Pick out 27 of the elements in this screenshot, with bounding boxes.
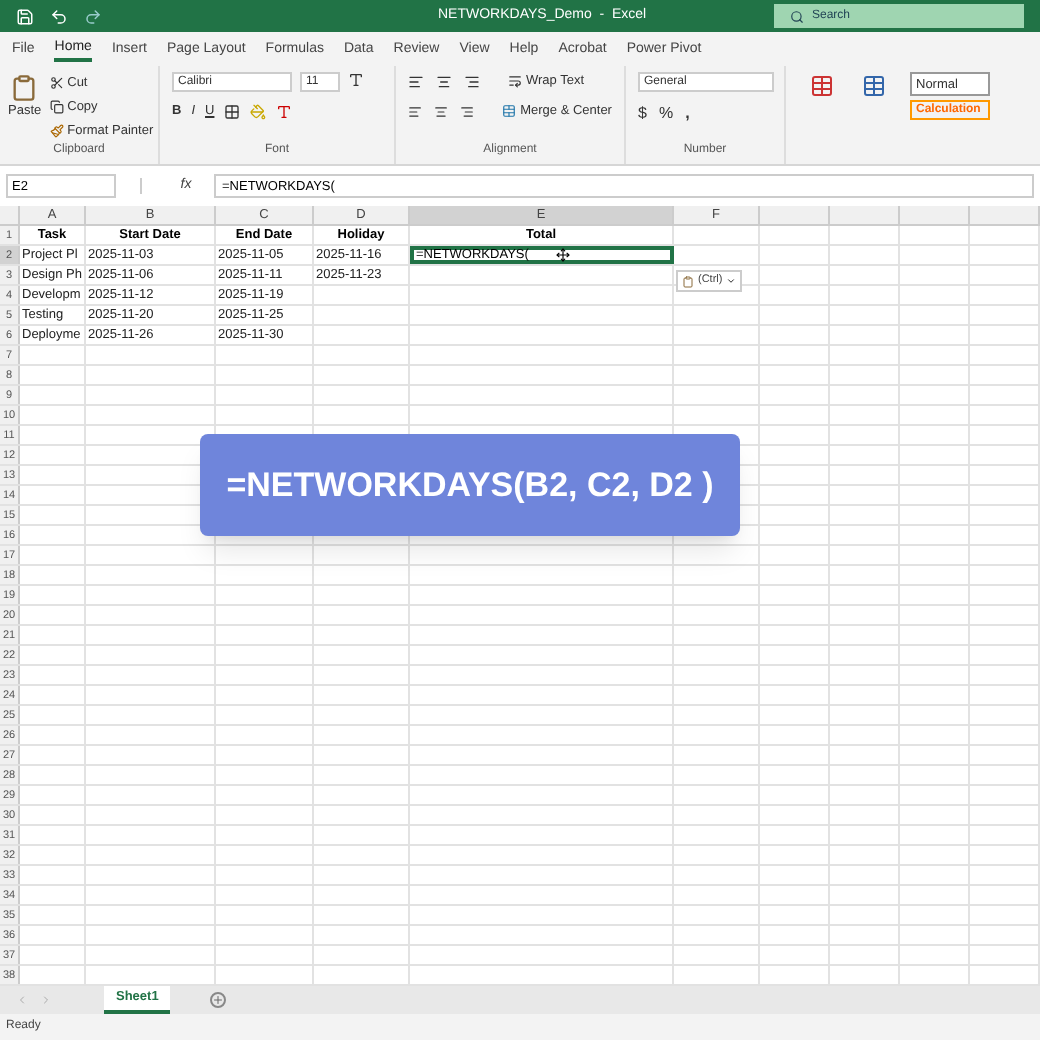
add-sheet-icon[interactable]	[210, 992, 227, 1008]
format-as-table-icon[interactable]	[862, 74, 886, 98]
percent-button[interactable]: %	[658, 102, 674, 126]
align-center-icon[interactable]	[434, 103, 449, 120]
currency-button[interactable]: $	[638, 102, 647, 126]
fill-color-icon[interactable]	[250, 103, 267, 120]
comma-button[interactable]: ,	[685, 102, 690, 126]
clipboard-icon	[682, 275, 694, 287]
copy-icon	[49, 100, 64, 115]
paintbrush-icon	[49, 123, 64, 138]
caret-icon	[726, 276, 737, 286]
conditional-formatting-icon[interactable]	[810, 74, 834, 98]
clipboard-icon	[10, 74, 39, 102]
save-icon[interactable]	[16, 7, 34, 25]
align-left-icon[interactable]	[408, 103, 423, 120]
wrap-text-icon	[508, 74, 522, 89]
merge-cells-icon	[502, 104, 517, 119]
undo-icon[interactable]	[50, 7, 68, 25]
search-icon	[790, 9, 804, 23]
cursor-icon	[556, 248, 571, 262]
font-color-icon[interactable]	[276, 103, 293, 120]
align-right-icon[interactable]	[460, 103, 475, 120]
formula-overlay: =NETWORKDAYS(B2, C2, D2 )	[200, 434, 740, 536]
redo-icon[interactable]	[84, 7, 102, 25]
borders-icon[interactable]	[224, 103, 241, 120]
font-size-icon[interactable]	[348, 72, 364, 88]
scissors-icon	[49, 76, 64, 91]
